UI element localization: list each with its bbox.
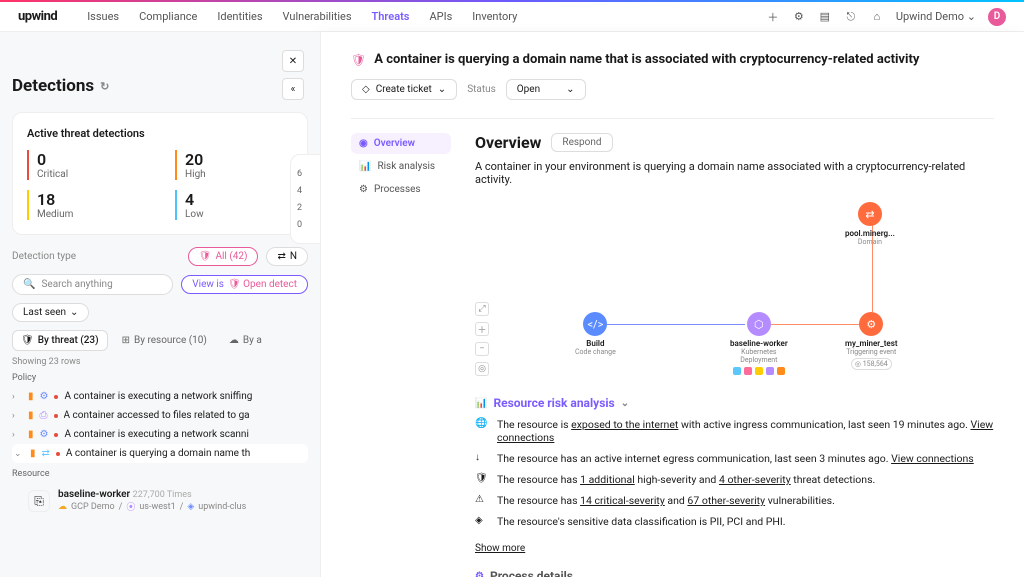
threat-row[interactable]: ⌄ ▮⇄ A container is querying a domain na… <box>12 444 308 463</box>
gear-icon[interactable]: ⚙ <box>792 10 806 24</box>
main-nav: Issues Compliance Identities Vulnerabili… <box>87 10 517 23</box>
filter-all[interactable]: 🛡 All (42) <box>188 247 259 266</box>
node-miner[interactable]: ⚙ my_miner_test Triggering event ◎ 158,5… <box>845 312 898 370</box>
detection-type-label: Detection type <box>12 251 76 262</box>
stat-critical: 0 Critical <box>27 150 145 180</box>
view-filter[interactable]: View is 🛡 Open detect <box>181 275 308 294</box>
risk-link[interactable]: View connections <box>891 452 974 465</box>
nav-apis[interactable]: APIs <box>429 10 452 23</box>
detail-side-nav: ◉ Overview 📊 Risk analysis ⚙ Processes <box>351 133 451 577</box>
overview-desc: A container in your environment is query… <box>475 160 994 186</box>
risk-line: 🌐The resource is exposed to the internet… <box>475 418 994 444</box>
stats-card: Active threat detections 0 Critical 20 H… <box>12 112 308 235</box>
risk-line: ◈The resource's sensitive data classific… <box>475 515 994 528</box>
risk-link[interactable]: 67 other-severity <box>687 494 765 507</box>
node-domain[interactable]: ⇄ pool.minerg... Domain <box>845 202 895 246</box>
node-build[interactable]: </> Build Code change <box>575 312 616 356</box>
container-icon: ⎘ <box>28 490 50 512</box>
risk-link[interactable]: 14 critical-severity <box>580 494 665 507</box>
create-ticket-dropdown[interactable]: ◇ Create ticket ⌄ <box>351 79 457 100</box>
node-baseline[interactable]: ⬡ baseline-worker Kubernetes Deployment <box>730 312 788 375</box>
risk-bullet-icon: ⚠ <box>475 494 489 505</box>
zoom-out-icon[interactable]: − <box>475 342 489 356</box>
sidenav-overview[interactable]: ◉ Overview <box>351 133 451 154</box>
close-icon[interactable]: ✕ <box>282 50 304 72</box>
policy-header: Policy <box>12 373 308 383</box>
risk-line: 🛡The resource has 1 additional high-seve… <box>475 473 994 486</box>
chevron-right-icon: › <box>12 430 22 440</box>
nav-threats[interactable]: Threats <box>372 10 410 23</box>
risk-line: ↓The resource has an active internet egr… <box>475 452 994 465</box>
status-label: Status <box>467 84 496 95</box>
tab-by-resource[interactable]: ⊞ By resource (10) <box>114 330 215 351</box>
org-icon[interactable]: ⌂ <box>870 10 884 24</box>
zoom-in-icon[interactable]: ＋ <box>475 322 489 336</box>
tab-by-account[interactable]: ☁ By a <box>221 330 270 351</box>
risk-bullet-icon: 🌐 <box>475 418 489 429</box>
center-icon[interactable]: ◎ <box>475 362 489 376</box>
stats-title: Active threat detections <box>27 127 293 140</box>
secondary-card: 6 4 2 0 <box>290 154 320 244</box>
left-panel: ✕ « Detections ↻ Active threat detection… <box>0 32 320 577</box>
tab-by-threat[interactable]: 🛡 By threat (23) <box>12 330 108 351</box>
sidenav-processes[interactable]: ⚙ Processes <box>351 179 451 200</box>
resource-row[interactable]: ⎘ baseline-worker 227,700 Times ☁GCP Dem… <box>12 483 308 513</box>
risk-analysis-header[interactable]: 📊 Resource risk analysis ⌄ <box>475 396 994 410</box>
account-switcher[interactable]: Upwind Demo ⌄ <box>896 10 976 23</box>
results-count: Showing 23 rows <box>12 357 308 367</box>
detail-panel: 🛡 A container is querying a domain name … <box>320 32 1024 577</box>
filter-n[interactable]: ⇄ N <box>266 247 308 266</box>
threat-row[interactable]: › ▮⚙ A container is executing a network … <box>12 387 308 406</box>
search-input[interactable]: 🔍 Search anything <box>12 274 173 295</box>
chevron-down-icon: ⌄ <box>14 449 24 459</box>
book-icon[interactable]: ▤ <box>818 10 832 24</box>
nav-identities[interactable]: Identities <box>217 10 262 23</box>
risk-bullet-icon: 🛡 <box>475 473 489 484</box>
risk-link[interactable]: exposed to the internet <box>571 418 678 431</box>
shield-icon: 🛡 <box>351 53 366 67</box>
refresh-icon[interactable]: ↻ <box>100 80 109 93</box>
chart-icon: 📊 <box>475 398 487 409</box>
nav-issues[interactable]: Issues <box>87 10 119 23</box>
collapse-icon[interactable]: « <box>282 78 304 100</box>
process-details-header[interactable]: ⚙ Process details <box>475 569 994 577</box>
nav-vulnerabilities[interactable]: Vulnerabilities <box>283 10 352 23</box>
resource-graph: ⤢ ＋ − ◎ </> Build Code change <box>475 202 994 382</box>
risk-link[interactable]: 1 additional <box>580 473 635 486</box>
plus-icon[interactable]: ＋ <box>766 10 780 24</box>
risk-link[interactable]: 4 other-severity <box>719 473 791 486</box>
threat-row[interactable]: › ▮⎙ A container accessed to files relat… <box>12 406 308 425</box>
risk-bullet-icon: ◈ <box>475 515 489 526</box>
chevron-down-icon: ⌄ <box>621 398 629 409</box>
run-icon[interactable]: ⎋ <box>844 10 858 24</box>
chevron-right-icon: › <box>12 411 22 421</box>
avatar[interactable]: D <box>988 8 1006 26</box>
fullscreen-icon[interactable]: ⤢ <box>475 302 489 316</box>
threat-row[interactable]: › ▮⚙ A container is executing a network … <box>12 425 308 444</box>
chevron-right-icon: › <box>12 392 22 402</box>
gear-icon: ⚙ <box>475 571 484 577</box>
show-more-link[interactable]: Show more <box>475 543 525 554</box>
sidenav-risk[interactable]: 📊 Risk analysis <box>351 156 451 177</box>
status-dropdown[interactable]: Open ⌄ <box>506 79 586 100</box>
nav-compliance[interactable]: Compliance <box>139 10 197 23</box>
page-title: Detections ↻ <box>12 76 308 96</box>
risk-bullet-icon: ↓ <box>475 452 489 463</box>
stat-medium: 18 Medium <box>27 190 145 220</box>
stat-high: 20 High <box>175 150 293 180</box>
resource-header: Resource <box>12 469 308 479</box>
header: upwind Issues Compliance Identities Vuln… <box>0 2 1024 32</box>
logo[interactable]: upwind <box>18 9 57 24</box>
respond-button[interactable]: Respond <box>551 133 612 152</box>
overview-title: Overview <box>475 133 541 152</box>
nav-inventory[interactable]: Inventory <box>472 10 517 23</box>
risk-line: ⚠The resource has 14 critical-severity a… <box>475 494 994 507</box>
stat-low: 4 Low <box>175 190 293 220</box>
detail-title: A container is querying a domain name th… <box>374 52 919 67</box>
last-seen-dropdown[interactable]: Last seen ⌄ <box>12 303 89 322</box>
